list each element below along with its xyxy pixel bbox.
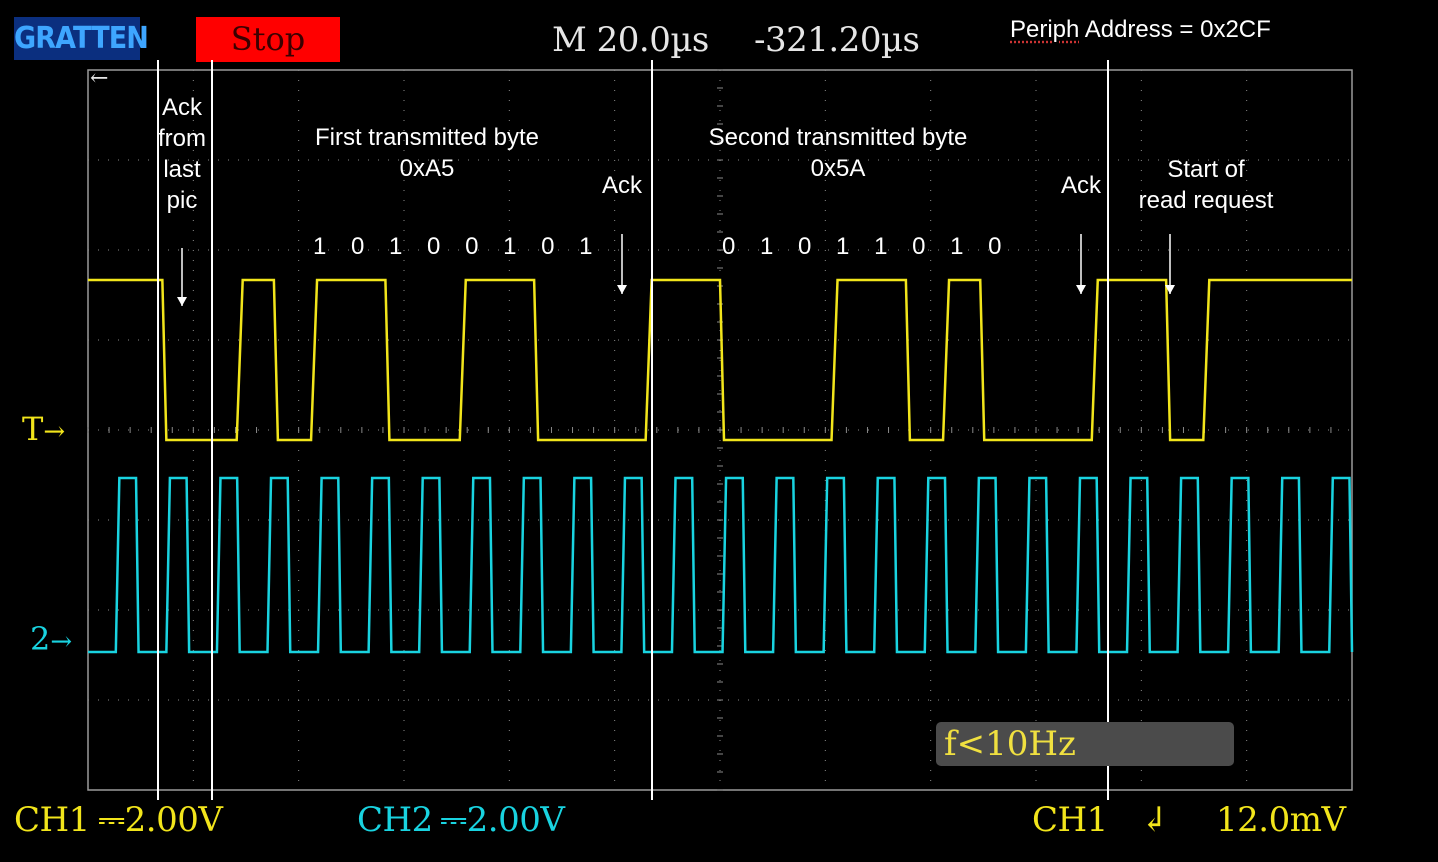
first-byte-bits: 1 0 1 0 0 1 0 1 <box>313 233 602 260</box>
second-byte-annotation: Second transmitted byte 0x5A <box>678 122 998 184</box>
first-byte-value: 0xA5 <box>399 155 455 182</box>
right-arrow-icon: → <box>43 417 66 447</box>
ch2-marker-label: 2 <box>30 620 51 658</box>
ch1-scale: ⎓2.00V <box>98 800 223 840</box>
trigger-source: CH1 <box>1032 800 1108 840</box>
trigger-level: 12.0mV <box>1216 800 1346 840</box>
from-word: from <box>158 125 206 152</box>
ch1-label: CH1 <box>14 800 90 840</box>
ch2-label: CH2 <box>357 800 433 840</box>
read-request-line2: read request <box>1138 187 1274 214</box>
ch2-waveform <box>88 476 1354 654</box>
down-arrow-icon <box>1076 285 1086 294</box>
second-byte-title: Second transmitted byte <box>708 124 968 151</box>
ch2-scale: ⎓2.00V <box>440 800 565 840</box>
dc-coupling-icon: ⎓ <box>98 800 125 840</box>
second-byte-value: 0x5A <box>810 155 866 182</box>
trigger-level-marker[interactable]: T→ <box>22 410 65 448</box>
first-byte-annotation: First transmitted byte 0xA5 <box>287 122 567 184</box>
right-arrow-icon: → <box>50 627 73 657</box>
ch2-scale-value: 2.00V <box>466 800 565 840</box>
read-request-annotation: Start of read request <box>1118 154 1294 216</box>
pic-word: pic <box>166 187 198 214</box>
ack-annotation-1: Ack <box>601 172 642 199</box>
ch2-ground-marker[interactable]: 2→ <box>30 620 72 658</box>
last-word: last <box>163 156 201 183</box>
ack-word: Ack <box>161 94 202 121</box>
first-byte-title: First transmitted byte <box>314 124 540 151</box>
ack-from-last-pic-annotation: Ack from last pic <box>150 92 214 216</box>
read-request-line1: Start of <box>1167 156 1245 183</box>
down-arrow-icon <box>177 297 187 306</box>
ch1-scale-value: 2.00V <box>124 800 223 840</box>
ack-annotation-2: Ack <box>1060 172 1101 199</box>
frequency-readout: f<10Hz <box>936 722 1234 766</box>
trigger-marker-label: T <box>22 410 44 448</box>
left-arrow-icon: ← <box>90 66 109 91</box>
second-byte-bits: 0 1 0 1 1 0 1 0 <box>722 233 1011 260</box>
falling-edge-icon: ↲ <box>1140 800 1169 840</box>
dc-coupling-icon: ⎓ <box>440 800 467 840</box>
down-arrow-icon <box>617 285 627 294</box>
